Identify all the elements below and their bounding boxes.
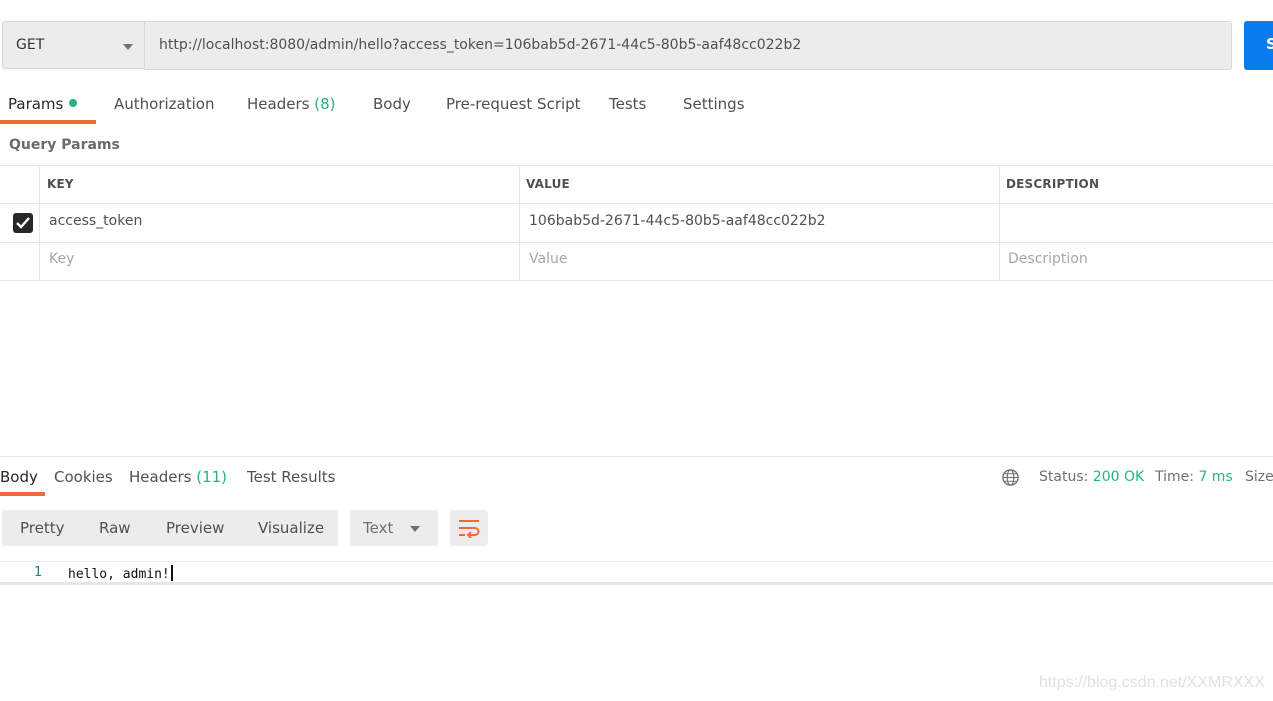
size-label: Size: — [1245, 469, 1273, 485]
column-divider — [999, 165, 1000, 281]
tab-pre-request-script[interactable]: Pre-request Script — [446, 95, 581, 113]
param-value-cell[interactable]: 106bab5d-2671-44c5-80b5-aaf48cc022b2 — [529, 213, 826, 229]
tab-tests-label: Tests — [609, 95, 647, 113]
tab-headers-count: (8) — [314, 95, 336, 113]
pretty-button[interactable]: Pretty — [20, 519, 65, 537]
tab-body-label: Body — [373, 95, 411, 113]
status-value: 200 OK — [1092, 469, 1145, 485]
response-tab-cookies-label: Cookies — [54, 468, 113, 486]
time-label: Time: — [1155, 469, 1194, 485]
format-select[interactable]: Text — [350, 510, 438, 546]
response-body-editor[interactable]: 1 hello, admin! — [0, 561, 1273, 585]
tab-tests[interactable]: Tests — [609, 95, 646, 113]
new-param-description-input[interactable]: Description — [1008, 251, 1088, 267]
time-value: 7 ms — [1198, 469, 1233, 485]
url-input[interactable]: http://localhost:8080/admin/hello?access… — [144, 21, 1232, 70]
response-tab-test-results-label: Test Results — [247, 468, 336, 486]
tab-settings[interactable]: Settings — [683, 95, 745, 113]
column-header-key: KEY — [47, 177, 74, 191]
size-readout: Size: — [1245, 469, 1273, 485]
table-top-border — [0, 165, 1273, 166]
params-active-dot — [69, 98, 78, 107]
send-label: S — [1266, 35, 1273, 53]
raw-button[interactable]: Raw — [99, 519, 131, 537]
tab-body[interactable]: Body — [373, 95, 411, 113]
param-key-cell[interactable]: access_token — [49, 213, 142, 229]
active-tab-indicator — [0, 120, 96, 124]
text-cursor — [170, 565, 173, 581]
response-tab-body[interactable]: Body — [0, 468, 38, 486]
query-params-title: Query Params — [9, 137, 120, 153]
column-header-description: DESCRIPTION — [1006, 177, 1100, 191]
status-readout: Status: 200 OK — [1039, 469, 1144, 485]
tab-authorization[interactable]: Authorization — [114, 95, 214, 113]
response-body-text: hello, admin! — [68, 565, 173, 582]
table-bottom-border — [0, 280, 1273, 281]
table-header-border — [0, 203, 1273, 204]
table-row-border — [0, 242, 1273, 243]
tab-headers[interactable]: Headers (8) — [247, 95, 335, 113]
watermark: https://blog.csdn.net/XXMRXXX — [1039, 674, 1265, 691]
preview-button[interactable]: Preview — [166, 519, 224, 537]
chevron-down-icon — [123, 44, 133, 50]
response-tab-headers[interactable]: Headers (11) — [129, 468, 227, 486]
response-active-tab-indicator — [0, 492, 45, 496]
time-readout: Time: 7 ms — [1155, 469, 1233, 485]
new-param-key-input[interactable]: Key — [49, 251, 74, 267]
view-mode-group: Pretty Raw Preview Visualize — [2, 510, 338, 546]
response-tab-headers-label: Headers — [129, 468, 192, 486]
wrap-lines-button[interactable] — [450, 510, 488, 546]
format-label: Text — [363, 519, 394, 537]
globe-icon[interactable] — [1001, 468, 1020, 487]
tab-headers-label: Headers — [247, 95, 310, 113]
url-text: http://localhost:8080/admin/hello?access… — [159, 37, 802, 53]
tab-authorization-label: Authorization — [114, 95, 215, 113]
tab-pre-request-label: Pre-request Script — [446, 95, 581, 113]
tab-params-label: Params — [8, 95, 64, 113]
response-tab-cookies[interactable]: Cookies — [54, 468, 113, 486]
method-label: GET — [16, 37, 45, 53]
line-number: 1 — [34, 565, 42, 580]
column-divider — [39, 165, 40, 281]
param-enabled-checkbox[interactable] — [13, 213, 33, 233]
response-tab-test-results[interactable]: Test Results — [247, 468, 335, 486]
new-param-value-input[interactable]: Value — [529, 251, 567, 267]
response-tab-headers-count: (11) — [196, 468, 228, 486]
method-select[interactable]: GET — [2, 21, 144, 69]
status-label: Status: — [1039, 469, 1089, 485]
response-tab-body-label: Body — [0, 468, 38, 486]
tab-params[interactable]: Params — [8, 95, 78, 113]
check-icon — [16, 217, 30, 229]
visualize-button[interactable]: Visualize — [258, 519, 324, 537]
column-header-value: VALUE — [526, 177, 570, 191]
chevron-down-icon — [410, 526, 420, 532]
send-button[interactable]: S — [1244, 21, 1273, 70]
column-divider — [519, 165, 520, 281]
tab-settings-label: Settings — [683, 95, 745, 113]
response-divider — [0, 456, 1273, 457]
wrap-lines-icon — [459, 520, 480, 538]
response-body-content: hello, admin! — [68, 567, 170, 582]
